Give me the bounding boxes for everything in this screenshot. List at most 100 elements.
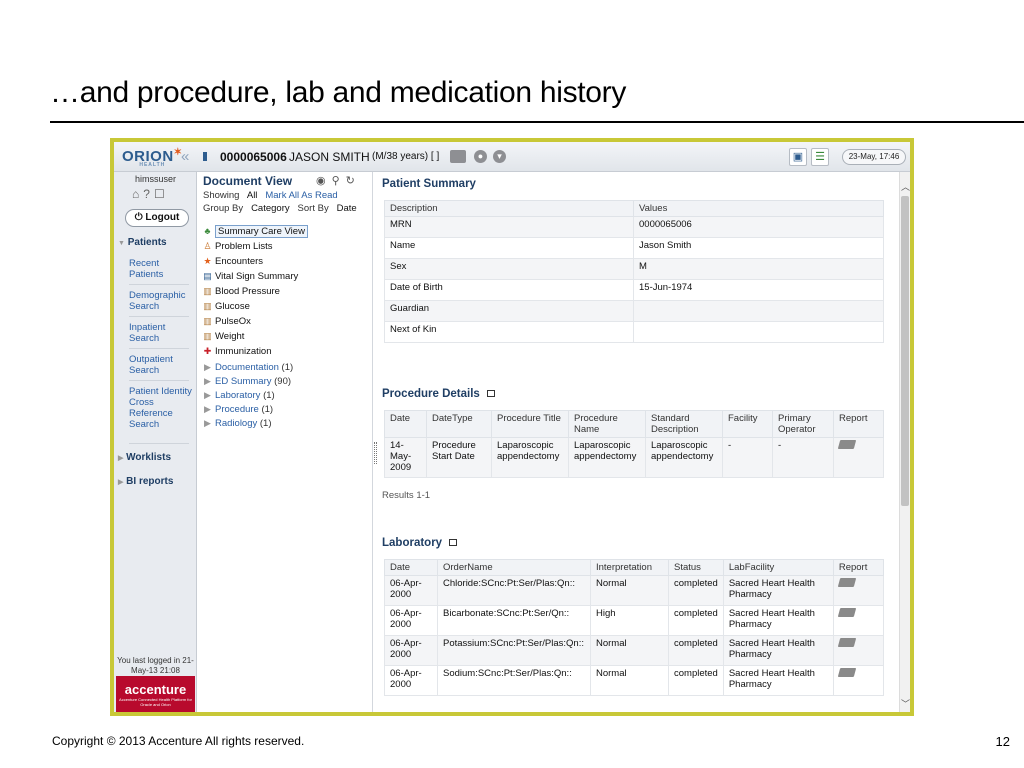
sort-by-select[interactable]: Date — [337, 203, 357, 214]
tree-folder-laboratory[interactable]: ▶ Laboratory (1) — [202, 390, 275, 401]
nav-link-outpatient-search[interactable]: Outpatient Search — [129, 354, 195, 376]
patient-id: 0000065006 — [220, 150, 287, 164]
column-header: Report — [832, 559, 885, 576]
cell: 0000065006 — [633, 216, 884, 238]
report-icon[interactable] — [837, 608, 857, 617]
help-icon[interactable]: ? — [143, 187, 150, 201]
search-icon[interactable]: ⚲ — [332, 175, 340, 187]
patient-info-icon[interactable]: ● — [474, 150, 487, 163]
scroll-up-icon[interactable]: ︿ — [900, 180, 910, 193]
table-row: Guardian — [384, 300, 884, 322]
cell: completed — [668, 635, 724, 666]
tree-item-encounters[interactable]: ★ Encounters — [202, 256, 263, 267]
tree-item-blood-pressure[interactable]: ▥ Blood Pressure — [202, 286, 280, 297]
mark-all-read-link[interactable]: Mark All As Read — [265, 190, 337, 201]
logout-button[interactable]: ⏻ Logout — [125, 209, 189, 227]
tasks-icon[interactable]: ☰ — [811, 148, 829, 166]
group-by-select[interactable]: Category — [251, 203, 290, 214]
cell: - — [722, 437, 773, 478]
nav-divider — [129, 348, 189, 349]
nav-section-worklists[interactable]: ▶ Worklists — [118, 452, 171, 463]
column-header: Values — [633, 200, 884, 217]
column-header: Status — [668, 559, 724, 576]
cell: Sex — [384, 258, 634, 280]
tree-item-problem-lists[interactable]: ♙ Problem Lists — [202, 241, 272, 252]
tree-item-weight[interactable]: ▥ Weight — [202, 331, 244, 342]
nav-divider — [129, 316, 189, 317]
refresh-icon[interactable]: ↻ — [346, 175, 355, 187]
cell: MRN — [384, 216, 634, 238]
eye-icon[interactable]: ◉ — [316, 175, 326, 187]
slide-title: …and procedure, lab and medication histo… — [50, 76, 627, 109]
procedure-results-count: Results 1-1 — [382, 490, 431, 501]
report-icon[interactable] — [837, 578, 857, 587]
patient-card-icon[interactable] — [450, 150, 466, 163]
column-header: Procedure Title — [491, 410, 569, 438]
cell: Normal — [590, 665, 669, 696]
table-row: Date of Birth 15-Jun-1974 — [384, 279, 884, 301]
column-header: Report — [833, 410, 884, 438]
showing-filter[interactable]: All — [247, 190, 258, 201]
cell: Laparoscopic appendectomy — [568, 437, 646, 478]
home-icon[interactable]: ⌂ — [132, 187, 139, 201]
tree-folder-radiology[interactable]: ▶ Radiology (1) — [202, 418, 271, 429]
nav-link-inpatient-search[interactable]: Inpatient Search — [129, 322, 195, 344]
tree-item-glucose[interactable]: ▥ Glucose — [202, 301, 250, 312]
cell: Date of Birth — [384, 279, 634, 301]
nav-section-patients[interactable]: ▼ Patients — [118, 237, 167, 248]
nav-link-demographic-search[interactable]: Demographic Search — [129, 290, 195, 312]
star-icon: ★ — [203, 256, 212, 266]
tree-item-vital-sign-summary[interactable]: ▤ Vital Sign Summary — [202, 271, 298, 282]
caret-right-icon: ▶ — [118, 455, 124, 462]
nav-divider — [129, 443, 189, 444]
last-login: You last logged in 21-May-13 21:08 — [117, 656, 194, 675]
cell: Procedure Start Date — [426, 437, 492, 478]
expand-arrow-icon: ▶ — [204, 390, 211, 400]
procedure-table: Date DateType Procedure Title Procedure … — [384, 410, 884, 478]
person-icon: ♙ — [203, 241, 212, 251]
cell — [633, 321, 884, 343]
collapse-left-icon[interactable]: « — [181, 148, 189, 165]
nav-section-bi-reports[interactable]: ▶ BI reports — [118, 476, 173, 487]
tree-item-pulseox[interactable]: ▥ PulseOx — [202, 316, 251, 327]
building-icon: ▥ — [203, 286, 212, 296]
tree-folder-documentation[interactable]: ▶ Documentation (1) — [202, 362, 293, 373]
report-icon[interactable] — [837, 638, 857, 647]
content-scrollbar[interactable]: ︿ ﹀ — [899, 172, 910, 712]
column-header: Procedure Name — [568, 410, 646, 438]
document-view-title: Document View — [203, 174, 293, 188]
tree-item-immunization[interactable]: ✚ Immunization — [202, 346, 272, 357]
showing-row: Showing All Mark All As Read — [203, 190, 338, 201]
expand-arrow-icon: ▶ — [204, 376, 211, 386]
panel-splitter[interactable] — [374, 442, 377, 464]
tree-folder-procedure[interactable]: ▶ Procedure (1) — [202, 404, 273, 415]
nav-link-patient-identity-search[interactable]: Patient Identity Cross Reference Search — [129, 386, 195, 430]
column-header: Date — [384, 410, 427, 438]
cell: Sacred Heart Health Pharmacy — [722, 605, 834, 636]
cell: 06-Apr-2000 — [384, 575, 438, 606]
cell: Laparoscopic appendectomy — [645, 437, 723, 478]
tree-item-summary-care-view[interactable]: ♣ Summary Care View — [202, 225, 308, 238]
report-icon[interactable] — [837, 440, 857, 449]
cell: Laparoscopic appendectomy — [491, 437, 569, 478]
table-header-row: Date OrderName Interpretation Status Lab… — [384, 559, 885, 576]
cell: - — [772, 437, 834, 478]
collapse-box-icon[interactable] — [449, 539, 458, 547]
patient-menu-icon[interactable]: ▾ — [493, 150, 506, 163]
scroll-down-icon[interactable]: ﹀ — [900, 697, 910, 710]
desktop-icon[interactable]: ▣ — [789, 148, 807, 166]
report-icon[interactable] — [837, 668, 857, 677]
scroll-thumb[interactable] — [901, 196, 909, 506]
expand-arrow-icon: ▶ — [204, 404, 211, 414]
summary-icon: ♣ — [204, 226, 211, 236]
nav-link-recent-patients[interactable]: Recent Patients — [129, 258, 195, 280]
cell: Normal — [590, 635, 669, 666]
collapse-box-icon[interactable] — [486, 390, 495, 398]
cell: 14-May-2009 — [384, 437, 427, 478]
cell: Sacred Heart Health Pharmacy — [722, 575, 834, 606]
tree-folder-ed-summary[interactable]: ▶ ED Summary (90) — [202, 376, 291, 387]
chat-icon[interactable]: ☐ — [154, 187, 165, 201]
cell: 06-Apr-2000 — [384, 605, 438, 636]
patient-age: (M/38 years) [ ] — [372, 151, 440, 162]
expand-arrow-icon: ▶ — [204, 362, 211, 372]
